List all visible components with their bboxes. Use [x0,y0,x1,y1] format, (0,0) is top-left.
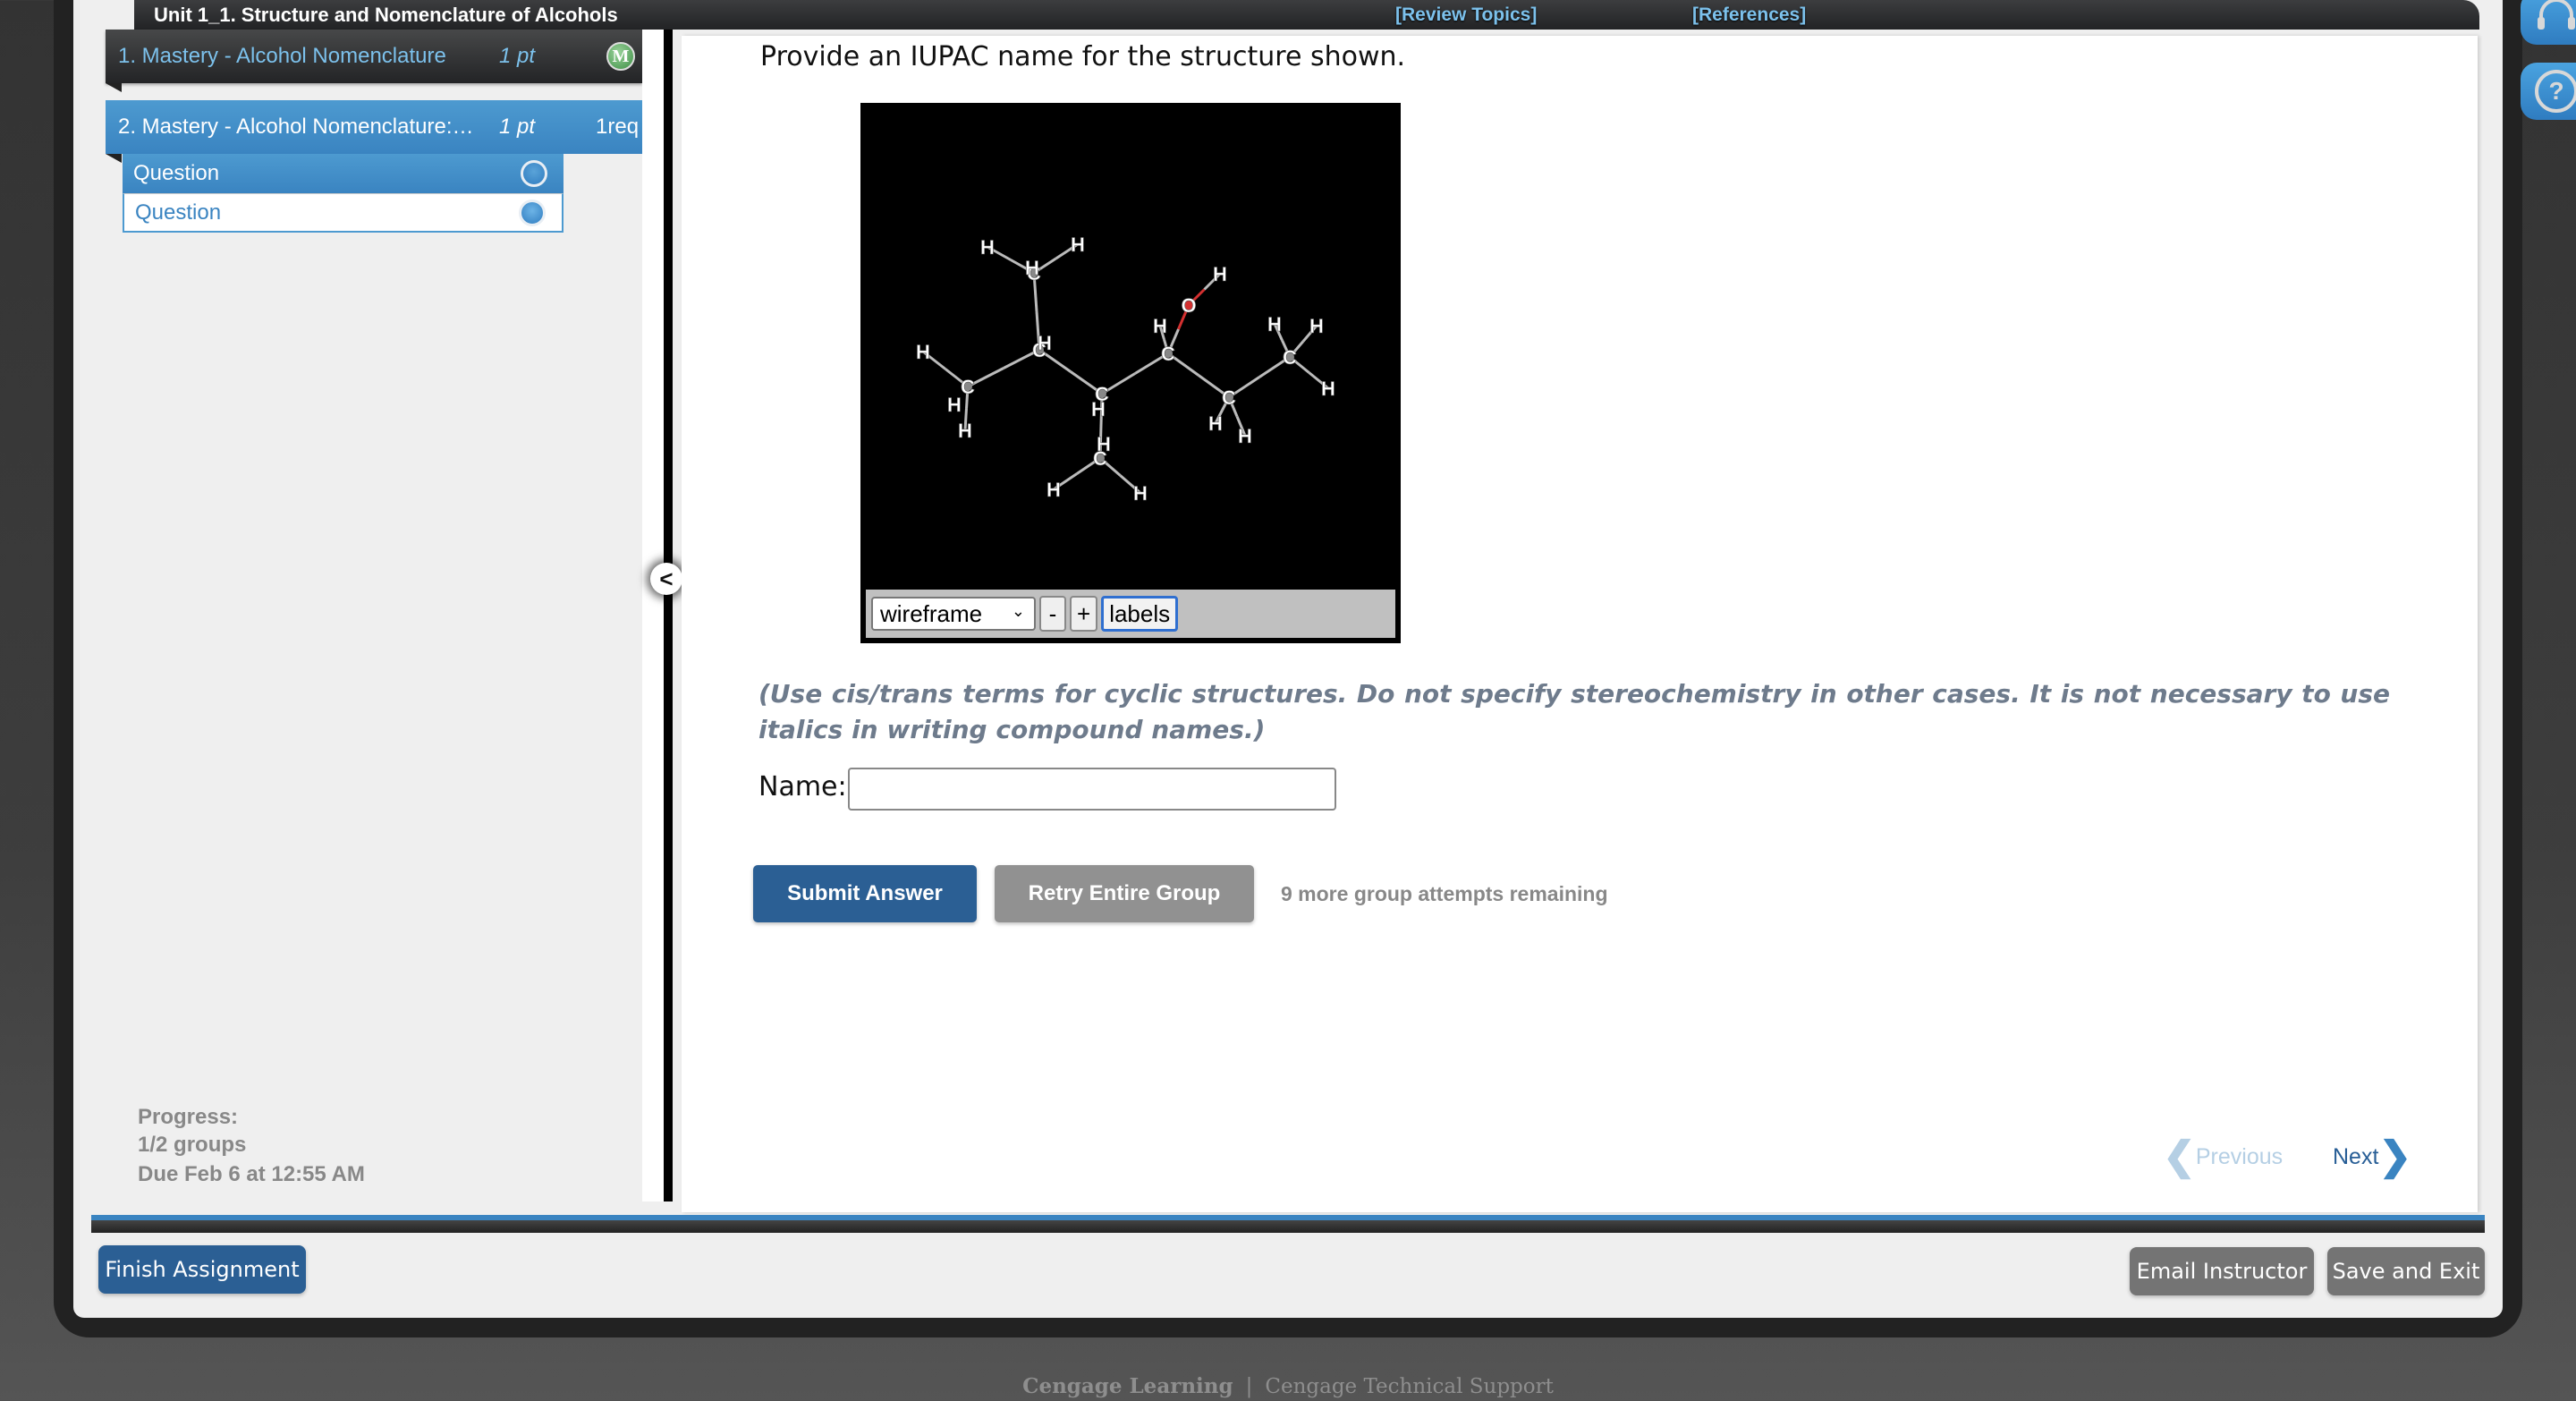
previous-label: Previous [2195,1143,2284,1169]
page-footer: Cengage Learning | Cengage Technical Suppo… [0,1374,2576,1398]
atom-label: H [1071,234,1085,256]
collapse-sidebar-button[interactable]: < [650,563,682,595]
atom-label: H [1321,378,1335,400]
due-date: Due Feb 6 at 12:55 AM [138,1162,365,1186]
item-points: 1 pt [499,44,536,68]
atom-label: H [1213,263,1227,285]
atom-label: H [1025,257,1039,279]
sidebar-item-mastery-2[interactable]: 2. Mastery - Alcohol Nomenclature:… 1 pt… [106,100,642,154]
headset-icon [2538,0,2575,30]
submit-answer-button[interactable]: Submit Answer [753,865,977,922]
bottom-bar [91,1220,2485,1233]
chevron-left-icon: ❮ [2163,1134,2196,1178]
review-topics-link[interactable]: [Review Topics] [1395,0,1537,30]
save-and-exit-button[interactable]: Save and Exit [2327,1247,2485,1295]
atom-label: H [916,341,930,363]
previous-button[interactable]: ❮ Previous [2163,1134,2284,1178]
atom-label: H [1091,398,1106,420]
atom-label: H [1046,479,1061,501]
question-status-icon [519,199,546,226]
question-item[interactable]: Question [123,193,564,233]
cengage-learning-link[interactable]: Cengage Learning [1022,1374,1233,1398]
question-prompt: Provide an IUPAC name for the structure … [760,41,1406,72]
viewer-toolbar: wireframe ⌄ - + labels [866,590,1395,638]
name-input[interactable] [848,768,1336,811]
sidebar-gutter [642,30,664,1201]
help-button[interactable]: ? [2521,63,2576,120]
molecule-structure[interactable]: CCC CCCOCCH HHHHHHHHH HHHH HHHH [860,103,1401,590]
item-label: 2. Mastery - Alcohol Nomenclature:… [118,115,474,139]
atom-label: H [1309,315,1324,337]
attempts-remaining: 9 more group attempts remaining [1281,882,1608,905]
atom-label: H [1238,425,1252,447]
render-style-value: wireframe [880,599,983,627]
atom-label: H [958,420,972,442]
atom-label: C [1161,343,1175,365]
item-points: 1 pt [499,115,536,139]
technical-support-link[interactable]: Cengage Technical Support [1265,1375,1554,1398]
unit-title: Unit 1_1. Structure and Nomenclature of … [134,0,638,30]
next-button[interactable]: Next ❯ [2333,1134,2412,1178]
references-link[interactable]: [References] [1692,0,1806,30]
render-style-select[interactable]: wireframe ⌄ [871,597,1036,631]
mastery-badge-icon: M [606,42,635,71]
item-label: 1. Mastery - Alcohol Nomenclature [118,44,446,68]
progress-value: 1/2 groups [138,1133,247,1157]
assignment-sidebar: 1. Mastery - Alcohol Nomenclature 1 pt M… [73,30,642,1215]
question-label: Question [133,161,220,185]
support-button[interactable] [2521,0,2576,45]
chevron-right-icon: ❯ [2378,1134,2412,1178]
answer-instructions: (Use cis/trans terms for cyclic structur… [758,679,2390,744]
question-item-active[interactable]: Question [123,154,564,193]
chevron-left-icon: < [659,565,674,592]
atom-label: H [1097,433,1111,455]
atom-label: H [1133,482,1148,505]
item-tail [106,83,122,92]
labels-toggle-button[interactable]: labels [1101,596,1179,632]
atom-label: H [1038,332,1052,354]
progress-info: Progress: 1/2 groups Due Feb 6 at 12:55 … [138,1103,365,1188]
atom-label: C [1222,386,1236,409]
atom-label: H [1153,315,1167,337]
zoom-out-button[interactable]: - [1039,596,1066,632]
atom-label: H [947,394,962,416]
question-label: Question [135,200,222,225]
retry-group-button[interactable]: Retry Entire Group [995,865,1254,922]
item-requirement: 1req [596,115,640,139]
svg-text:?: ? [2548,77,2563,105]
question-status-icon [521,160,547,187]
panel-divider[interactable] [664,30,673,1201]
name-field-label: Name: [758,771,847,802]
item-tail [106,154,122,163]
chevron-down-icon: ⌄ [1011,602,1025,620]
footer-separator: | [1245,1375,1253,1398]
molecule-viewer[interactable]: CCCCCCOCCHHHHHHHHHHHHHHHHHH wireframe ⌄ … [860,103,1401,643]
progress-label: Progress: [138,1105,239,1129]
help-icon: ? [2535,70,2576,113]
atom-label: C [961,376,975,398]
atom-label: O [1181,294,1196,317]
email-instructor-button[interactable]: Email Instructor [2130,1247,2314,1295]
next-label: Next [2333,1143,2379,1169]
atom-label: H [1267,313,1282,335]
sidebar-item-mastery-1[interactable]: 1. Mastery - Alcohol Nomenclature 1 pt M [106,30,642,83]
atom-label: C [1283,346,1297,369]
zoom-in-button[interactable]: + [1070,596,1098,632]
atom-label: H [1208,412,1223,435]
finish-assignment-button[interactable]: Finish Assignment [98,1245,306,1294]
atom-label: H [980,236,995,259]
